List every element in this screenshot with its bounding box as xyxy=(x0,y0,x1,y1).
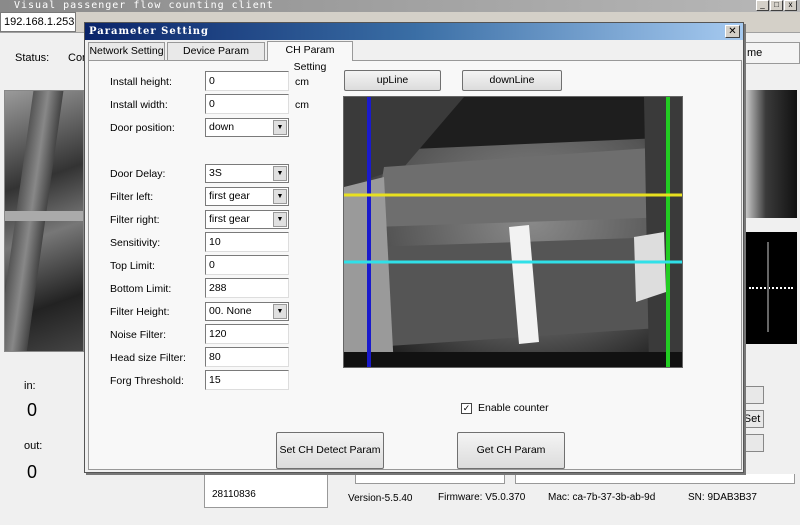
app-title-bar: Visual passenger flow counting client xyxy=(0,0,800,12)
camera-view[interactable] xyxy=(343,96,683,368)
install-width-label: Install width: xyxy=(110,99,168,111)
chevron-down-icon[interactable]: ▼ xyxy=(273,189,287,204)
filter-right-select[interactable]: first gear ▼ xyxy=(205,210,289,229)
filter-right-label: Filter right: xyxy=(110,214,160,226)
right-header[interactable]: me xyxy=(744,42,800,64)
filter-left-select[interactable]: first gear ▼ xyxy=(205,187,289,206)
parameter-setting-dialog: Parameter Setting ✕ Network Setting Devi… xyxy=(84,22,744,473)
downline-button[interactable]: downLine xyxy=(462,70,562,91)
head-size-filter-input[interactable]: 80 xyxy=(205,347,289,367)
ip-tab[interactable]: 192.168.1.253 xyxy=(0,12,76,32)
in-count: 0 xyxy=(27,400,38,420)
filter-height-label: Filter Height: xyxy=(110,306,170,318)
out-count: 0 xyxy=(27,462,38,482)
enable-counter-checkbox[interactable]: ✓ xyxy=(461,403,472,414)
door-delay-select[interactable]: 3S ▼ xyxy=(205,164,289,183)
head-size-filter-label: Head size Filter: xyxy=(110,352,186,364)
version-text: Version-5.5.40 xyxy=(348,493,413,504)
camera-preview-left xyxy=(4,90,84,352)
status-label: Status: xyxy=(15,52,50,64)
forg-threshold-label: Forg Threshold: xyxy=(110,375,184,387)
upline-button[interactable]: upLine xyxy=(344,70,441,91)
sensitivity-label: Sensitivity: xyxy=(110,237,161,249)
chevron-down-icon[interactable]: ▼ xyxy=(273,120,287,135)
tab-device-param-setting[interactable]: Device Param Setting xyxy=(167,42,265,74)
set-ch-detect-param-button[interactable]: Set CH Detect Param xyxy=(276,432,384,469)
filter-height-select[interactable]: 00. None ▼ xyxy=(205,302,289,321)
install-width-unit: cm xyxy=(295,99,309,111)
minimize-icon[interactable]: _ xyxy=(756,0,769,11)
tab-ch-param-setting[interactable]: CH Param Setting xyxy=(267,41,353,73)
door-position-value: down xyxy=(209,121,235,133)
get-ch-param-button[interactable]: Get CH Param xyxy=(457,432,565,469)
bottom-limit-label: Bottom Limit: xyxy=(110,283,172,295)
forg-threshold-input[interactable]: 15 xyxy=(205,370,289,390)
dialog-title: Parameter Setting xyxy=(89,26,210,37)
bottom-box-2 xyxy=(355,474,505,484)
noise-filter-input[interactable]: 120 xyxy=(205,324,289,344)
mac-text: Mac: ca-7b-37-3b-ab-9d xyxy=(548,492,656,503)
app-title: Visual passenger flow counting client xyxy=(14,0,274,11)
tab-content: Install height: 0 cm Install width: 0 cm… xyxy=(88,60,742,470)
door-delay-label: Door Delay: xyxy=(110,168,166,180)
door-delay-value: 3S xyxy=(209,167,222,179)
filter-left-value: first gear xyxy=(209,190,250,202)
bottom-limit-input[interactable]: 288 xyxy=(205,278,289,298)
serial-text: 28110836 xyxy=(212,489,256,500)
camera-preview-right xyxy=(745,90,797,218)
out-label: out: xyxy=(24,440,43,452)
in-label: in: xyxy=(24,380,36,392)
sensitivity-input[interactable]: 10 xyxy=(205,232,289,252)
install-height-label: Install height: xyxy=(110,76,172,88)
chevron-down-icon[interactable]: ▼ xyxy=(273,166,287,181)
filter-left-label: Filter left: xyxy=(110,191,154,203)
bottom-box-3 xyxy=(515,474,795,484)
filter-height-value: 00. None xyxy=(209,305,252,317)
top-limit-input[interactable]: 0 xyxy=(205,255,289,275)
chevron-down-icon[interactable]: ▼ xyxy=(273,304,287,319)
noise-filter-label: Noise Filter: xyxy=(110,329,167,341)
close-icon[interactable]: x xyxy=(784,0,797,11)
dialog-close-icon[interactable]: ✕ xyxy=(725,25,740,38)
install-height-input[interactable]: 0 xyxy=(205,71,289,91)
chevron-down-icon[interactable]: ▼ xyxy=(273,212,287,227)
camera-preview-right-2 xyxy=(745,232,797,344)
top-limit-label: Top Limit: xyxy=(110,260,155,272)
camera-frame-svg xyxy=(344,97,682,367)
firmware-text: Firmware: V5.0.370 xyxy=(438,492,526,503)
filter-right-value: first gear xyxy=(209,213,250,225)
sn-text: SN: 9DAB3B37 xyxy=(688,492,757,503)
maximize-icon[interactable]: □ xyxy=(770,0,783,11)
install-width-input[interactable]: 0 xyxy=(205,94,289,114)
door-position-select[interactable]: down ▼ xyxy=(205,118,289,137)
tab-network-setting[interactable]: Network Setting xyxy=(88,42,165,60)
door-position-label: Door position: xyxy=(110,122,175,134)
dialog-title-bar[interactable]: Parameter Setting xyxy=(85,23,743,40)
enable-counter-label: Enable counter xyxy=(478,402,549,414)
